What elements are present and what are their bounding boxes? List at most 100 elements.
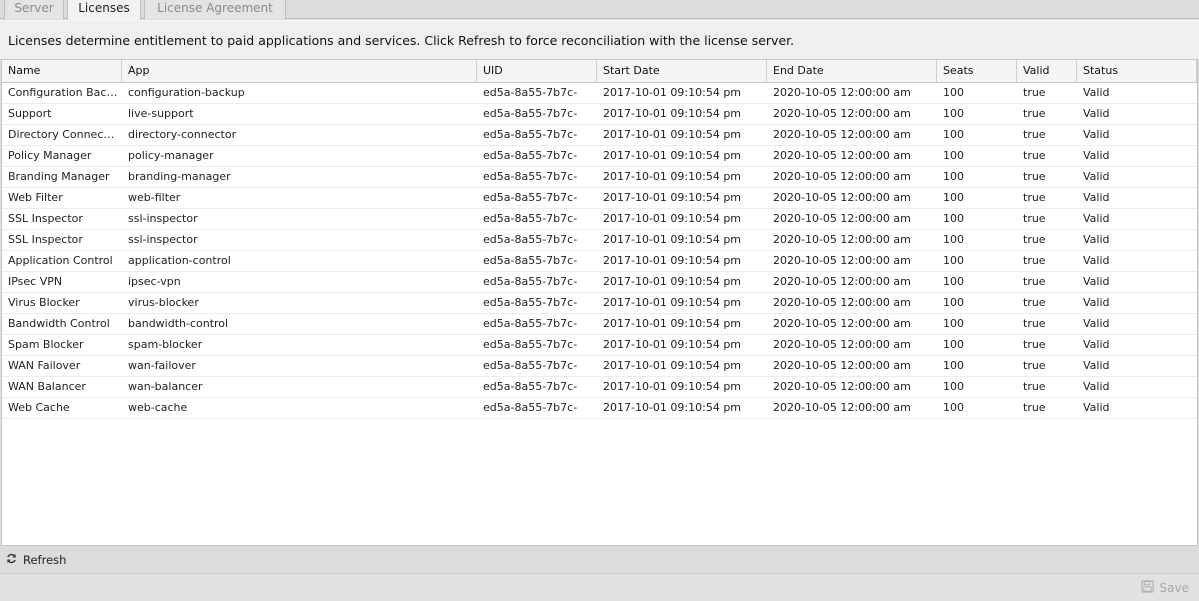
cell-name: Application Control <box>8 254 113 267</box>
cell-app: web-filter <box>128 191 181 204</box>
cell-valid: true <box>1023 359 1046 372</box>
cell-start-date: 2017-10-01 09:10:54 pm <box>603 128 742 141</box>
cell-start-date: 2017-10-01 09:10:54 pm <box>603 275 742 288</box>
table-row[interactable]: WAN Balancer wan-balancer ed5a-8a55-7b7c- 2… <box>2 377 1197 398</box>
table-row[interactable]: SSL Inspector ssl-inspector ed5a-8a55-7b7c… <box>2 209 1197 230</box>
table-row[interactable]: Support live-support ed5a-8a55-7b7c- 2017-1… <box>2 104 1197 125</box>
cell-seats: 100 <box>943 296 964 309</box>
table-row[interactable]: Bandwidth Control bandwidth-control ed5a-8… <box>2 314 1197 335</box>
cell-app: ssl-inspector <box>128 212 198 225</box>
table-row[interactable]: Configuration Backup configuration-backup… <box>2 83 1197 104</box>
cell-valid: true <box>1023 380 1046 393</box>
table-row[interactable]: Directory Connector directory-connector ed… <box>2 125 1197 146</box>
cell-end-date: 2020-10-05 12:00:00 am <box>773 149 911 162</box>
cell-app: wan-failover <box>128 359 196 372</box>
table-row[interactable]: Virus Blocker virus-blocker ed5a-8a55-7b7c… <box>2 293 1197 314</box>
cell-seats: 100 <box>943 317 964 330</box>
cell-uid: ed5a-8a55-7b7c- <box>483 191 578 204</box>
cell-status: Valid <box>1083 128 1110 141</box>
cell-start-date: 2017-10-01 09:10:54 pm <box>603 317 742 330</box>
cell-seats: 100 <box>943 107 964 120</box>
cell-end-date: 2020-10-05 12:00:00 am <box>773 380 911 393</box>
tab-license-agreement[interactable]: License Agreement <box>144 0 286 19</box>
cell-status: Valid <box>1083 107 1110 120</box>
table-row[interactable]: IPsec VPN ipsec-vpn ed5a-8a55-7b7c- 2017-10… <box>2 272 1197 293</box>
tab-licenses[interactable]: Licenses <box>67 0 141 20</box>
cell-seats: 100 <box>943 212 964 225</box>
cell-end-date: 2020-10-05 12:00:00 am <box>773 296 911 309</box>
cell-seats: 100 <box>943 359 964 372</box>
cell-uid: ed5a-8a55-7b7c- <box>483 212 578 225</box>
cell-uid: ed5a-8a55-7b7c- <box>483 254 578 267</box>
refresh-button[interactable]: Refresh <box>6 551 66 568</box>
cell-status: Valid <box>1083 170 1110 183</box>
cell-app: ssl-inspector <box>128 233 198 246</box>
save-button[interactable]: Save <box>1140 579 1189 597</box>
cell-status: Valid <box>1083 149 1110 162</box>
cell-seats: 100 <box>943 128 964 141</box>
cell-valid: true <box>1023 338 1046 351</box>
table-row[interactable]: Branding Manager branding-manager ed5a-8a5… <box>2 167 1197 188</box>
column-header-status[interactable]: Status <box>1077 60 1197 82</box>
table-row[interactable]: Web Filter web-filter ed5a-8a55-7b7c- 2017-… <box>2 188 1197 209</box>
cell-uid: ed5a-8a55-7b7c- <box>483 107 578 120</box>
cell-uid: ed5a-8a55-7b7c- <box>483 275 578 288</box>
cell-name: IPsec VPN <box>8 275 63 288</box>
cell-uid: ed5a-8a55-7b7c- <box>483 170 578 183</box>
cell-valid: true <box>1023 275 1046 288</box>
column-header-end-date[interactable]: End Date <box>767 60 937 82</box>
cell-uid: ed5a-8a55-7b7c- <box>483 338 578 351</box>
cell-status: Valid <box>1083 338 1110 351</box>
tab-server[interactable]: Server <box>4 0 64 19</box>
column-header-uid[interactable]: UID <box>477 60 597 82</box>
column-header-valid[interactable]: Valid <box>1017 60 1077 82</box>
cell-uid: ed5a-8a55-7b7c- <box>483 149 578 162</box>
cell-valid: true <box>1023 128 1046 141</box>
cell-uid: ed5a-8a55-7b7c- <box>483 401 578 414</box>
cell-start-date: 2017-10-01 09:10:54 pm <box>603 170 742 183</box>
column-header-name[interactable]: Name <box>2 60 122 82</box>
cell-seats: 100 <box>943 233 964 246</box>
cell-seats: 100 <box>943 275 964 288</box>
cell-seats: 100 <box>943 254 964 267</box>
cell-uid: ed5a-8a55-7b7c- <box>483 380 578 393</box>
column-header-start-date[interactable]: Start Date <box>597 60 767 82</box>
cell-status: Valid <box>1083 359 1110 372</box>
cell-valid: true <box>1023 149 1046 162</box>
cell-seats: 100 <box>943 380 964 393</box>
table-row[interactable]: Web Cache web-cache ed5a-8a55-7b7c- 2017-10… <box>2 398 1197 419</box>
cell-start-date: 2017-10-01 09:10:54 pm <box>603 338 742 351</box>
cell-valid: true <box>1023 191 1046 204</box>
table-row[interactable]: WAN Failover wan-failover ed5a-8a55-7b7c- 2… <box>2 356 1197 377</box>
cell-uid: ed5a-8a55-7b7c- <box>483 317 578 330</box>
table-row[interactable]: Application Control application-control ed… <box>2 251 1197 272</box>
cell-name: Branding Manager <box>8 170 110 183</box>
cell-uid: ed5a-8a55-7b7c- <box>483 128 578 141</box>
cell-end-date: 2020-10-05 12:00:00 am <box>773 254 911 267</box>
tab-bar: Server Licenses License Agreement <box>0 0 1199 20</box>
licenses-grid: Name App UID Start Date End Date Seats V… <box>1 59 1198 546</box>
cell-status: Valid <box>1083 317 1110 330</box>
cell-start-date: 2017-10-01 09:10:54 pm <box>603 401 742 414</box>
cell-seats: 100 <box>943 191 964 204</box>
cell-name: Web Filter <box>8 191 63 204</box>
table-row[interactable]: Spam Blocker spam-blocker ed5a-8a55-7b7c- 2… <box>2 335 1197 356</box>
cell-name: Bandwidth Control <box>8 317 110 330</box>
refresh-label: Refresh <box>23 552 67 567</box>
refresh-icon <box>6 553 17 567</box>
cell-app: spam-blocker <box>128 338 203 351</box>
cell-valid: true <box>1023 296 1046 309</box>
table-row[interactable]: Policy Manager policy-manager ed5a-8a55-7b… <box>2 146 1197 167</box>
column-header-app[interactable]: App <box>122 60 477 82</box>
cell-valid: true <box>1023 86 1046 99</box>
cell-end-date: 2020-10-05 12:00:00 am <box>773 275 911 288</box>
cell-end-date: 2020-10-05 12:00:00 am <box>773 359 911 372</box>
column-header-seats[interactable]: Seats <box>937 60 1017 82</box>
cell-name: Spam Blocker <box>8 338 84 351</box>
grid-header: Name App UID Start Date End Date Seats V… <box>2 60 1197 83</box>
cell-end-date: 2020-10-05 12:00:00 am <box>773 107 911 120</box>
cell-end-date: 2020-10-05 12:00:00 am <box>773 401 911 414</box>
footer-bar: Save <box>0 573 1199 601</box>
cell-app: wan-balancer <box>128 380 203 393</box>
table-row[interactable]: SSL Inspector ssl-inspector ed5a-8a55-7b7c… <box>2 230 1197 251</box>
